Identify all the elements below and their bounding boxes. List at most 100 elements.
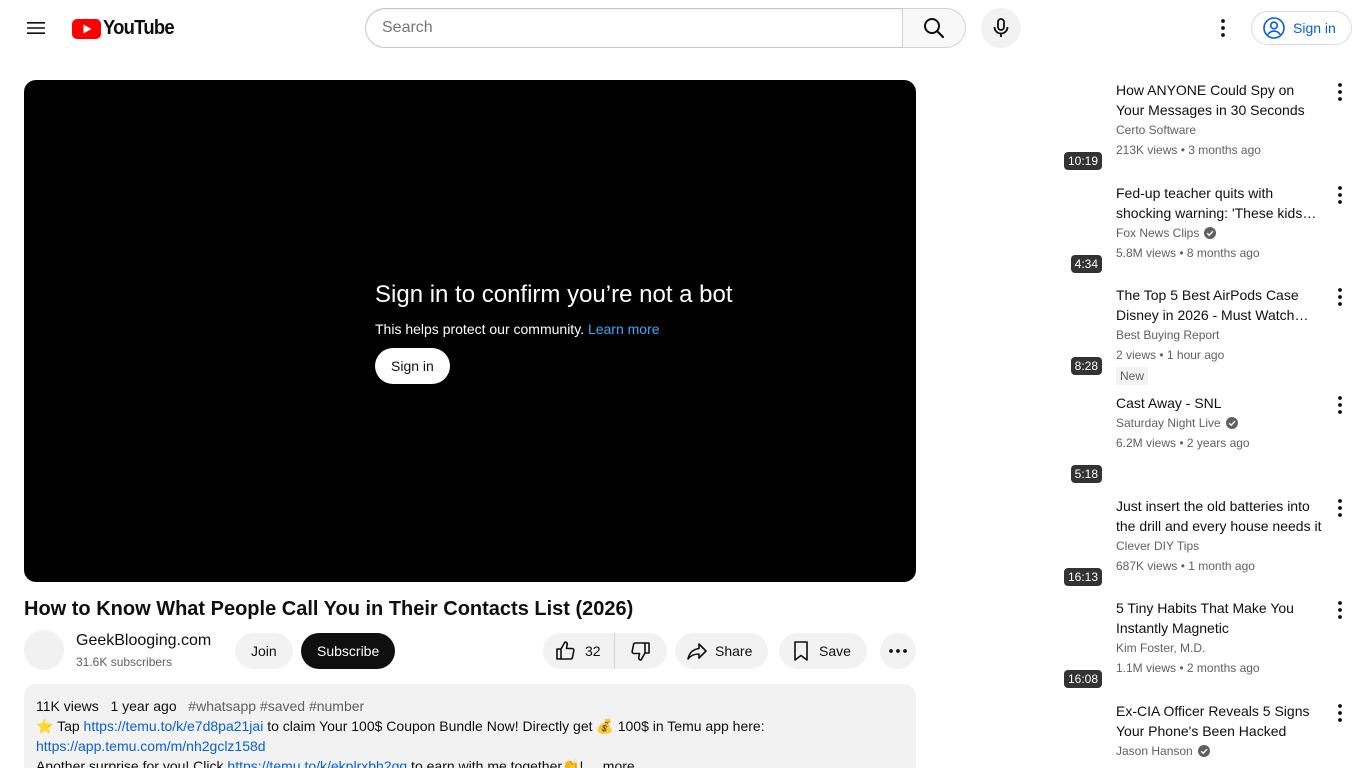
thumbs-up-icon bbox=[556, 641, 575, 660]
related-video-menu-button[interactable] bbox=[1328, 701, 1352, 725]
learn-more-link[interactable]: Learn more bbox=[588, 321, 660, 337]
header-signin-button[interactable]: Sign in bbox=[1251, 11, 1352, 45]
related-video-channel[interactable]: Jason Hanson bbox=[1116, 742, 1324, 760]
description-more-button[interactable]: ...more bbox=[591, 758, 635, 768]
search-icon bbox=[924, 18, 945, 39]
related-video-item[interactable]: 10:19 How ANYONE Could Spy on Your Messa… bbox=[1063, 80, 1356, 174]
related-video-menu-button[interactable] bbox=[1328, 598, 1352, 622]
video-thumbnail[interactable]: 4:34 bbox=[1066, 183, 1106, 277]
related-video-title[interactable]: 5 Tiny Habits That Make You Instantly Ma… bbox=[1116, 598, 1324, 638]
description-text: to claim Your 100$ Coupon Bundle Now! Di… bbox=[263, 718, 765, 734]
video-thumbnail[interactable]: 16:13 bbox=[1063, 496, 1106, 590]
description-box[interactable]: 11K views 1 year ago #whatsapp #saved #n… bbox=[24, 684, 916, 768]
youtube-play-icon bbox=[72, 18, 101, 39]
video-duration: 16:13 bbox=[1063, 568, 1102, 586]
related-video-info: Cast Away - SNL Saturday Night Live 6.2M… bbox=[1116, 393, 1324, 452]
search-button[interactable] bbox=[902, 8, 966, 48]
verified-badge-icon bbox=[1225, 417, 1238, 429]
more-actions-button[interactable] bbox=[880, 633, 916, 669]
description-line-2: https://app.temu.com/m/nh2gclz158d bbox=[36, 736, 904, 756]
share-icon bbox=[687, 643, 707, 660]
upload-age: 1 year ago bbox=[110, 698, 177, 714]
temu-link-3[interactable]: https://temu.to/k/ekplrxbh2qg bbox=[227, 758, 407, 768]
description-text: ⭐ Tap bbox=[36, 718, 84, 734]
share-button[interactable]: Share bbox=[675, 633, 769, 669]
related-video-channel[interactable]: Certo Software bbox=[1116, 121, 1324, 139]
channel-name[interactable]: GeekBlooging.com bbox=[76, 632, 211, 650]
related-video-title[interactable]: Fed-up teacher quits with shocking warni… bbox=[1116, 183, 1324, 223]
related-video-menu-button[interactable] bbox=[1328, 496, 1352, 520]
related-video-title[interactable]: How ANYONE Could Spy on Your Messages in… bbox=[1116, 80, 1324, 120]
related-video-channel[interactable]: Best Buying Report bbox=[1116, 326, 1324, 344]
more-vertical-icon bbox=[1221, 19, 1225, 37]
related-video-menu-button[interactable] bbox=[1328, 183, 1352, 207]
related-video-meta: 687K views • 1 month ago bbox=[1116, 559, 1255, 573]
video-thumbnail[interactable]: 16:08 bbox=[1063, 598, 1106, 692]
related-video-channel[interactable]: Fox News Clips bbox=[1116, 224, 1324, 242]
bot-check-subtitle: This helps protect our community. Learn … bbox=[375, 320, 733, 338]
related-video-meta: 213K views • 3 months ago bbox=[1116, 143, 1261, 157]
temu-link-1[interactable]: https://temu.to/k/e7d8pa21jai bbox=[84, 718, 264, 734]
related-video-title[interactable]: Just insert the old batteries into the d… bbox=[1116, 496, 1324, 536]
video-thumbnail[interactable]: 10:19 bbox=[1063, 80, 1106, 174]
related-video-channel[interactable]: Clever DIY Tips bbox=[1116, 537, 1324, 555]
description-text: to earn with me together👏! bbox=[407, 758, 584, 768]
like-dislike-group: 32 bbox=[543, 633, 667, 669]
owner-row: GeekBlooging.com 31.6K subscribers Join … bbox=[24, 630, 916, 670]
related-video-info: Fed-up teacher quits with shocking warni… bbox=[1116, 183, 1324, 262]
related-video-title[interactable]: The Top 5 Best AirPods Case Disney in 20… bbox=[1116, 285, 1324, 325]
related-video-menu-button[interactable] bbox=[1328, 393, 1352, 417]
related-video-info: 5 Tiny Habits That Make You Instantly Ma… bbox=[1116, 598, 1324, 677]
description-line-3: Another surprise for you! Click https://… bbox=[36, 756, 904, 768]
related-video-channel[interactable]: Saturday Night Live bbox=[1116, 414, 1324, 432]
related-video-item[interactable]: 4:34 Fed-up teacher quits with shocking … bbox=[1066, 183, 1356, 277]
channel-label: Saturday Night Live bbox=[1116, 416, 1221, 430]
description-meta-line: 11K views 1 year ago #whatsapp #saved #n… bbox=[36, 696, 904, 716]
video-player[interactable]: Sign in to confirm you’re not a bot This… bbox=[24, 80, 916, 582]
view-count: 11K views bbox=[36, 698, 99, 714]
join-button[interactable]: Join bbox=[235, 633, 293, 669]
subscribe-button[interactable]: Subscribe bbox=[301, 633, 396, 669]
player-signin-button[interactable]: Sign in bbox=[375, 348, 450, 384]
related-video-meta: 5.8M views • 8 months ago bbox=[1116, 246, 1260, 260]
related-video-item[interactable]: 16:08 5 Tiny Habits That Make You Instan… bbox=[1063, 598, 1356, 692]
video-thumbnail[interactable]: 5:18 bbox=[1066, 393, 1106, 487]
bot-check-panel: Sign in to confirm you’re not a bot This… bbox=[375, 280, 733, 384]
related-video-item[interactable]: 5:18 Cast Away - SNL Saturday Night Live… bbox=[1066, 393, 1356, 487]
related-video-title[interactable]: Ex-CIA Officer Reveals 5 Signs Your Phon… bbox=[1116, 701, 1324, 741]
logo-text: YouTube bbox=[103, 17, 175, 39]
header-signin-label: Sign in bbox=[1293, 20, 1336, 36]
search-box bbox=[365, 8, 966, 48]
bot-check-title: Sign in to confirm you’re not a bot bbox=[375, 281, 733, 308]
related-video-item[interactable]: 8:28 The Top 5 Best AirPods Case Disney … bbox=[1066, 285, 1356, 385]
related-video-item[interactable]: Ex-CIA Officer Reveals 5 Signs Your Phon… bbox=[1066, 701, 1356, 768]
more-vertical-icon bbox=[1338, 83, 1342, 101]
related-video-info: Just insert the old batteries into the d… bbox=[1116, 496, 1324, 575]
account-icon bbox=[1263, 17, 1285, 39]
related-video-channel[interactable]: Kim Foster, M.D. bbox=[1116, 639, 1324, 657]
youtube-logo[interactable]: YouTube bbox=[72, 17, 180, 40]
related-video-menu-button[interactable] bbox=[1328, 80, 1352, 104]
save-button[interactable]: Save bbox=[779, 633, 867, 669]
related-video-item[interactable]: 16:13 Just insert the old batteries into… bbox=[1063, 496, 1356, 590]
more-vertical-icon bbox=[1338, 186, 1342, 204]
related-video-menu-button[interactable] bbox=[1328, 285, 1352, 309]
settings-menu-button[interactable] bbox=[1203, 8, 1243, 48]
channel-avatar[interactable] bbox=[24, 630, 64, 670]
bookmark-icon bbox=[794, 641, 808, 661]
like-button[interactable]: 32 bbox=[543, 633, 615, 669]
video-thumbnail[interactable] bbox=[1066, 701, 1106, 768]
search-input[interactable] bbox=[365, 8, 902, 48]
masthead: YouTube Sign in bbox=[0, 0, 1366, 56]
channel-label: Jason Hanson bbox=[1116, 744, 1193, 758]
channel-label: Fox News Clips bbox=[1116, 226, 1200, 240]
temu-link-2[interactable]: https://app.temu.com/m/nh2gclz158d bbox=[36, 738, 266, 754]
guide-menu-button[interactable] bbox=[16, 8, 56, 48]
dislike-button[interactable] bbox=[615, 633, 667, 669]
voice-search-button[interactable] bbox=[981, 8, 1021, 48]
hashtags[interactable]: #whatsapp #saved #number bbox=[188, 698, 364, 714]
share-label: Share bbox=[715, 643, 753, 659]
related-video-title[interactable]: Cast Away - SNL bbox=[1116, 393, 1324, 413]
video-thumbnail[interactable]: 8:28 bbox=[1066, 285, 1106, 379]
bot-check-text: This helps protect our community. bbox=[375, 321, 585, 337]
